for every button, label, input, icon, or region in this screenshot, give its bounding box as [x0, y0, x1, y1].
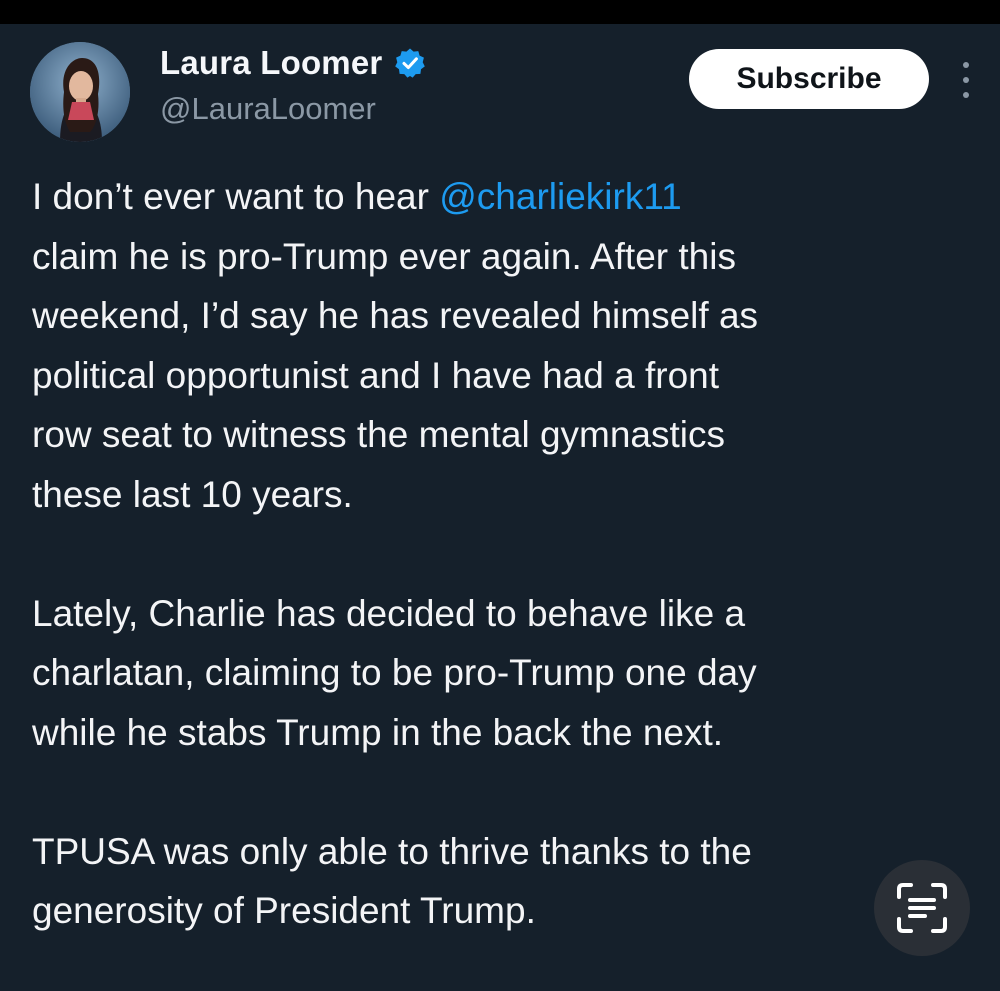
author-handle[interactable]: @LauraLoomer [160, 91, 376, 127]
more-dot [963, 62, 969, 68]
verified-badge-icon [395, 48, 426, 78]
tweet-line: while he stabs Trump in the back the nex… [32, 711, 724, 753]
mention-link[interactable]: @charliekirk11 [439, 176, 682, 217]
subscribe-button[interactable]: Subscribe [689, 49, 929, 109]
tweet-line: weekend, I’d say he has revealed himself… [32, 295, 759, 336]
avatar[interactable] [30, 42, 130, 142]
tweet-line: charlatan, claiming to be pro-Trump one … [32, 652, 757, 693]
scan-text-button[interactable] [874, 860, 970, 956]
tweet-line: generosity of President Trump. [32, 890, 536, 931]
more-options-icon[interactable] [955, 62, 977, 98]
tweet-line: Lately, Charlie has decided to behave li… [32, 592, 746, 634]
tweet-line: these last 10 years. [32, 473, 353, 515]
tweet-line: claim he is pro-Trump ever again. After … [32, 235, 736, 277]
avatar-image [30, 42, 130, 142]
author-display-name[interactable]: Laura Loomer [160, 44, 382, 82]
tweet-line: row seat to witness the mental gymnastic… [32, 414, 726, 455]
tweet-line: political opportunist and I have had a f… [32, 354, 720, 396]
top-edge-bar [0, 0, 1000, 24]
tweet-text-segment: I don’t ever want to hear [32, 176, 440, 217]
scan-text-icon [897, 883, 947, 933]
tweet-line: TPUSA was only able to thrive thanks to … [32, 830, 752, 872]
author-name-row: Laura Loomer [160, 44, 426, 82]
more-dot [963, 77, 969, 83]
more-dot [963, 92, 969, 98]
tweet-line: I don’t ever want to hear @charliekirk11 [32, 167, 987, 227]
tweet-text: I don’t ever want to hear @charliekirk11… [32, 167, 987, 941]
